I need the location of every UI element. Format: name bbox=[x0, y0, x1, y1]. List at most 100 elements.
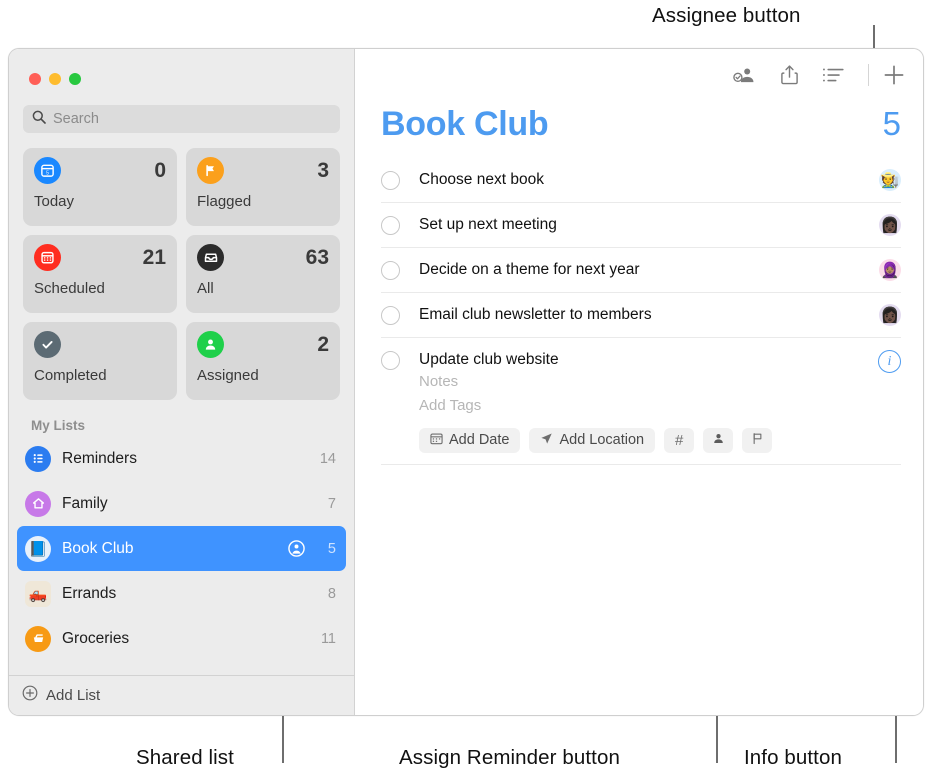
complete-checkbox[interactable] bbox=[381, 216, 400, 235]
reminder-list: Choose next book 🧑‍🌾 Set up next meeting… bbox=[355, 144, 923, 465]
reminder-title: Email club newsletter to members bbox=[419, 305, 879, 324]
book-icon: 📘 bbox=[25, 536, 51, 562]
search-input[interactable]: Search bbox=[23, 105, 340, 133]
assignee-avatar[interactable]: 🧑‍🌾 bbox=[879, 169, 901, 191]
add-date-label: Add Date bbox=[449, 432, 509, 448]
assignee-avatar[interactable]: 👩🏿 bbox=[879, 304, 901, 326]
reminder-row[interactable]: Choose next book 🧑‍🌾 bbox=[381, 158, 901, 203]
smart-list-label: Today bbox=[34, 193, 166, 210]
smart-list-completed[interactable]: Completed bbox=[23, 322, 177, 400]
window-controls bbox=[9, 49, 354, 99]
reminder-row[interactable]: Decide on a theme for next year 🧕🏽 bbox=[381, 248, 901, 293]
list-item-book-club[interactable]: 📘 Book Club 5 bbox=[17, 526, 346, 571]
reminder-total-count: 5 bbox=[883, 105, 901, 143]
toolbar-divider bbox=[868, 64, 869, 86]
view-options-button[interactable] bbox=[823, 66, 844, 84]
complete-checkbox[interactable] bbox=[381, 306, 400, 325]
reminder-title[interactable]: Update club website bbox=[419, 350, 878, 369]
person-icon bbox=[712, 432, 725, 449]
assignee-avatar[interactable]: 🧕🏽 bbox=[879, 259, 901, 281]
hash-icon: # bbox=[675, 432, 683, 449]
main-content: Book Club 5 Choose next book 🧑‍🌾 Set up … bbox=[355, 49, 923, 715]
complete-checkbox[interactable] bbox=[381, 261, 400, 280]
smart-list-flagged[interactable]: 3 Flagged bbox=[186, 148, 340, 226]
today-calendar-icon: 5 bbox=[34, 157, 61, 184]
sidebar: Search 5 0 Today bbox=[9, 49, 355, 715]
close-button[interactable] bbox=[29, 73, 41, 85]
user-lists: Reminders 14 Family 7 📘 bbox=[9, 436, 354, 675]
svg-text:5: 5 bbox=[46, 170, 49, 176]
assign-reminder-button[interactable] bbox=[703, 428, 733, 453]
reminders-window: Search 5 0 Today bbox=[8, 48, 924, 716]
list-header: Book Club 5 bbox=[355, 101, 923, 144]
smart-list-count: 63 bbox=[306, 247, 329, 268]
add-tag-button[interactable]: # bbox=[664, 428, 694, 453]
assignee-avatar[interactable]: 👩🏿 bbox=[879, 214, 901, 236]
reminder-title: Choose next book bbox=[419, 170, 879, 189]
smart-list-label: Scheduled bbox=[34, 280, 166, 297]
page-title: Book Club bbox=[381, 105, 548, 144]
add-location-label: Add Location bbox=[559, 432, 644, 448]
smart-list-scheduled[interactable]: 21 Scheduled bbox=[23, 235, 177, 313]
tags-field[interactable]: Add Tags bbox=[419, 395, 878, 417]
complete-checkbox[interactable] bbox=[381, 171, 400, 190]
list-item-reminders[interactable]: Reminders 14 bbox=[17, 436, 346, 481]
share-button[interactable] bbox=[780, 64, 799, 86]
list-item-label: Reminders bbox=[62, 450, 309, 468]
list-item-count: 14 bbox=[320, 451, 336, 467]
callout-label-assignee: Assignee button bbox=[652, 4, 801, 28]
checkmark-icon bbox=[34, 331, 61, 358]
smart-list-count: 3 bbox=[317, 160, 329, 181]
smart-list-all[interactable]: 63 All bbox=[186, 235, 340, 313]
list-item-label: Groceries bbox=[62, 630, 309, 648]
list-item-count: 8 bbox=[320, 586, 336, 602]
reminder-actions: Add Date Add Location bbox=[419, 428, 878, 453]
smart-list-label: Flagged bbox=[197, 193, 329, 210]
flag-reminder-button[interactable] bbox=[742, 428, 772, 453]
basket-icon bbox=[25, 626, 51, 652]
smart-list-label: Completed bbox=[34, 367, 166, 384]
smart-list-assigned[interactable]: 2 Assigned bbox=[186, 322, 340, 400]
minimize-button[interactable] bbox=[49, 73, 61, 85]
info-button[interactable]: i bbox=[878, 350, 901, 373]
smart-list-label: Assigned bbox=[197, 367, 329, 384]
toolbar bbox=[355, 49, 923, 101]
reminder-row[interactable]: Email club newsletter to members 👩🏿 bbox=[381, 293, 901, 338]
callout-label-shared-list: Shared list bbox=[136, 746, 234, 770]
scheduled-calendar-icon bbox=[34, 244, 61, 271]
flag-icon bbox=[197, 157, 224, 184]
bullet-list-icon bbox=[25, 446, 51, 472]
shared-list-icon[interactable] bbox=[288, 540, 305, 557]
complete-checkbox[interactable] bbox=[381, 351, 400, 370]
add-list-button[interactable]: Add List bbox=[9, 675, 354, 715]
reminder-title: Set up next meeting bbox=[419, 215, 879, 234]
list-item-label: Errands bbox=[62, 585, 309, 603]
smart-list-label: All bbox=[197, 280, 329, 297]
book-emoji: 📘 bbox=[29, 540, 48, 558]
list-item-count: 5 bbox=[320, 541, 336, 557]
truck-emoji: 🛻 bbox=[29, 585, 48, 603]
notes-field[interactable]: Notes bbox=[419, 371, 878, 393]
add-reminder-button[interactable] bbox=[883, 64, 905, 86]
zoom-button[interactable] bbox=[69, 73, 81, 85]
reminder-row[interactable]: Set up next meeting 👩🏿 bbox=[381, 203, 901, 248]
assignee-button[interactable] bbox=[732, 65, 756, 85]
truck-icon: 🛻 bbox=[25, 581, 51, 607]
inbox-tray-icon bbox=[197, 244, 224, 271]
my-lists-heading: My Lists bbox=[9, 400, 354, 436]
list-item-family[interactable]: Family 7 bbox=[17, 481, 346, 526]
calendar-icon bbox=[430, 432, 443, 449]
list-item-groceries[interactable]: Groceries 11 bbox=[17, 616, 346, 661]
search-placeholder: Search bbox=[53, 111, 99, 127]
flag-outline-icon bbox=[751, 432, 764, 449]
house-icon bbox=[25, 491, 51, 517]
search-icon bbox=[32, 110, 46, 129]
reminder-row-expanded[interactable]: Update club website Notes Add Tags bbox=[381, 338, 901, 465]
list-item-errands[interactable]: 🛻 Errands 8 bbox=[17, 571, 346, 616]
list-item-label: Family bbox=[62, 495, 309, 513]
callout-label-assign-reminder: Assign Reminder button bbox=[399, 746, 620, 770]
callout-label-info: Info button bbox=[744, 746, 842, 770]
add-date-button[interactable]: Add Date bbox=[419, 428, 520, 453]
smart-list-today[interactable]: 5 0 Today bbox=[23, 148, 177, 226]
add-location-button[interactable]: Add Location bbox=[529, 428, 655, 453]
